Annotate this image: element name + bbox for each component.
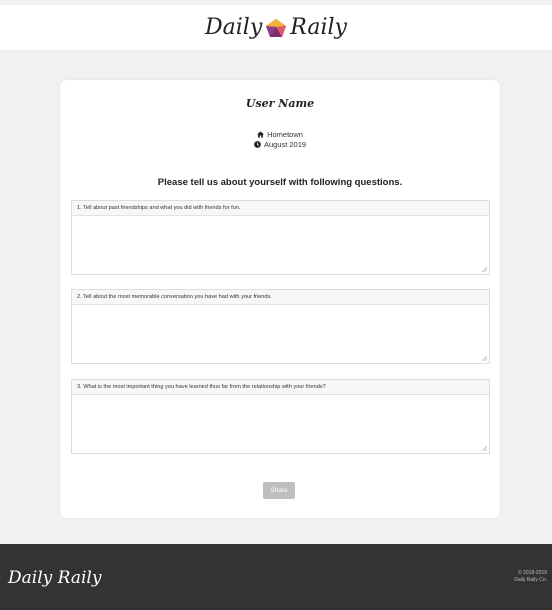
user-name: User Name — [245, 97, 315, 110]
site-footer: Daily Raily © 2018-2019 Daily Raily Co. — [0, 544, 552, 610]
question-label-1: 1. Tell about past friendships and what … — [72, 201, 489, 216]
footer-logo[interactable]: Daily Raily — [8, 568, 101, 588]
share-button[interactable]: Share — [263, 482, 295, 499]
questions-prompt: Please tell us about yourself with follo… — [157, 177, 403, 188]
question-block-2: 2. Tell about the most memorable convers… — [71, 289, 490, 364]
question-block-1: 1. Tell about past friendships and what … — [71, 200, 490, 275]
answer-textarea-1[interactable] — [72, 216, 489, 274]
hometown-text: Hometown — [267, 130, 303, 139]
clock-icon — [254, 141, 261, 148]
copyright-years: © 2018-2019 — [518, 570, 547, 576]
answer-textarea-2[interactable] — [72, 305, 489, 363]
date-text: August 2019 — [263, 140, 307, 149]
question-label-3: 3. What is the most important thing you … — [72, 380, 489, 395]
date-row: August 2019 — [60, 140, 500, 149]
profile-card: User Name Hometown August 2019 Please te… — [60, 80, 500, 518]
site-logo[interactable]: Daily Raily — [205, 15, 347, 40]
question-block-3: 3. What is the most important thing you … — [71, 379, 490, 454]
logo-text-right: Raily — [290, 15, 347, 40]
copyright: © 2018-2019 Daily Raily Co. — [514, 570, 547, 584]
resize-handle-icon[interactable] — [482, 446, 487, 451]
home-icon — [257, 131, 265, 138]
question-label-2: 2. Tell about the most memorable convers… — [72, 290, 489, 305]
hometown-row: Hometown — [60, 130, 500, 139]
resize-handle-icon[interactable] — [482, 356, 487, 361]
resize-handle-icon[interactable] — [482, 267, 487, 272]
answer-textarea-3[interactable] — [72, 395, 489, 453]
copyright-company: Daily Raily Co. — [514, 577, 547, 583]
site-header: Daily Raily — [0, 5, 552, 50]
logo-text-left: Daily — [205, 15, 263, 40]
pentagon-gem-icon — [266, 18, 287, 37]
